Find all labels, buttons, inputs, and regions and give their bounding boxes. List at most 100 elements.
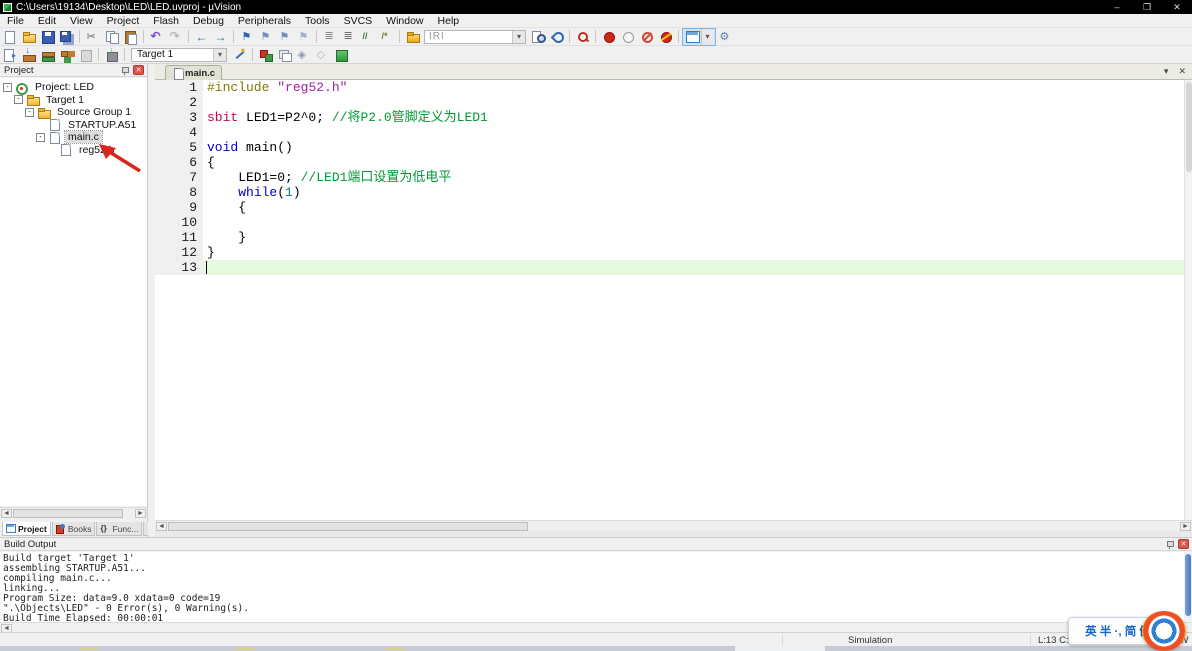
panel-tab-books[interactable]: Books [51, 522, 96, 536]
copy-button[interactable] [102, 29, 121, 45]
menu-debug[interactable]: Debug [186, 15, 231, 27]
vertical-splitter[interactable] [148, 64, 155, 537]
tree-expander-icon[interactable]: - [25, 107, 34, 117]
menu-tools[interactable]: Tools [298, 15, 337, 27]
build-output-vertical-scrollbar[interactable] [1184, 552, 1192, 622]
tree-item-target-1[interactable]: - Target 1 [0, 94, 147, 107]
panel-tab-func-[interactable]: Func... [96, 522, 143, 536]
editor-vertical-scrollbar[interactable] [1184, 80, 1192, 520]
open-file-button[interactable] [19, 29, 38, 45]
select-software-packs-button[interactable] [294, 47, 313, 63]
indent-button[interactable] [339, 29, 358, 45]
code-line-5[interactable]: 5 void main() [155, 140, 1184, 155]
code-line-2[interactable]: 2 [155, 95, 1184, 110]
menu-edit[interactable]: Edit [31, 15, 63, 27]
manage-run-time-environment-button[interactable] [313, 47, 332, 63]
tree-expander-icon[interactable]: - [36, 132, 45, 142]
tree-expander-icon[interactable]: - [14, 95, 23, 105]
restore-button[interactable]: ❐ [1132, 2, 1162, 13]
pin-icon[interactable] [120, 66, 129, 75]
tab-main-c[interactable]: main.c [165, 65, 223, 80]
navigate-back-button[interactable] [192, 29, 211, 45]
scrollbar-thumb[interactable] [13, 509, 123, 518]
new-file-button[interactable] [0, 29, 19, 45]
disable-all-breakpoints-button[interactable] [637, 29, 656, 45]
menu-file[interactable]: File [0, 15, 31, 27]
build-button[interactable] [19, 45, 38, 63]
scroll-right-arrow-icon[interactable]: ► [1180, 522, 1191, 531]
build-output-log[interactable]: Build target 'Target 1' assembling STARTU… [0, 552, 1184, 622]
code-line-10[interactable]: 10 [155, 215, 1184, 230]
enable-breakpoint-button[interactable] [618, 29, 637, 45]
find-in-files-button[interactable] [528, 29, 547, 45]
code-line-8[interactable]: 8 while(1) [155, 185, 1184, 200]
find-combobox[interactable]: IRI ▾ [424, 29, 526, 44]
target-dropdown-arrow-icon[interactable]: ▾ [213, 48, 226, 61]
find-in-files-folder-button[interactable] [403, 29, 422, 45]
scrollbar-thumb[interactable] [1185, 554, 1191, 616]
scrollbar-thumb[interactable] [1186, 82, 1192, 172]
scrollbar-thumb[interactable] [168, 522, 528, 531]
pack-installer-button[interactable] [332, 47, 351, 63]
tree-item-reg52-h[interactable]: reg52.h [0, 144, 147, 157]
panel-tab-project[interactable]: Project [2, 522, 51, 536]
download-to-flash-button[interactable] [102, 45, 121, 63]
tree-item-source-group-1[interactable]: - Source Group 1 [0, 106, 147, 119]
bookmark-toggle-button[interactable] [237, 29, 256, 45]
kill-all-breakpoints-button[interactable] [656, 29, 675, 45]
rebuild-button[interactable] [38, 47, 57, 63]
menu-window[interactable]: Window [379, 15, 430, 27]
comment-selection-button[interactable] [358, 29, 377, 45]
code-line-13[interactable]: 13 [155, 260, 1184, 275]
scroll-left-arrow-icon[interactable]: ◄ [156, 522, 167, 531]
save-button[interactable] [38, 29, 57, 45]
incremental-find-button[interactable] [547, 29, 566, 45]
navigate-forward-button[interactable] [211, 29, 230, 45]
options-for-target-button[interactable] [230, 46, 249, 63]
code-line-4[interactable]: 4 [155, 125, 1184, 140]
code-line-11[interactable]: 11 } [155, 230, 1184, 245]
stop-build-button[interactable] [76, 47, 95, 63]
cut-button[interactable] [83, 29, 102, 45]
bookmark-clear-all-button[interactable] [294, 29, 313, 45]
project-horizontal-scrollbar[interactable]: ◄ ► [0, 507, 147, 518]
code-line-1[interactable]: 1 #include "reg52.h" [155, 80, 1184, 95]
menu-flash[interactable]: Flash [146, 15, 186, 27]
code-editor[interactable]: 1 #include "reg52.h" 2 3 sbit LED1=P2^0; //将… [155, 80, 1184, 520]
tree-item-main-c[interactable]: - main.c [0, 130, 147, 145]
configure-button[interactable] [716, 29, 735, 45]
menu-view[interactable]: View [63, 15, 100, 27]
translate-file-button[interactable] [0, 47, 19, 63]
unindent-button[interactable] [320, 29, 339, 45]
code-line-12[interactable]: 12} [155, 245, 1184, 260]
menu-help[interactable]: Help [431, 15, 467, 27]
project-panel-close-icon[interactable]: ✕ [133, 65, 144, 75]
menu-peripherals[interactable]: Peripherals [231, 15, 298, 27]
paste-button[interactable] [121, 29, 140, 45]
undo-button[interactable] [147, 29, 166, 45]
close-button[interactable]: ✕ [1162, 2, 1192, 13]
code-line-3[interactable]: 3 sbit LED1=P2^0; //将P2.0管脚定义为LED1 [155, 110, 1184, 125]
tab-list-dropdown-icon[interactable]: ▾ [1164, 66, 1169, 77]
menu-project[interactable]: Project [100, 15, 147, 27]
code-line-7[interactable]: 7 LED1=0; //LED1端口设置为低电平 [155, 170, 1184, 185]
find-dropdown-arrow-icon[interactable]: ▾ [512, 30, 525, 43]
code-line-9[interactable]: 9 { [155, 200, 1184, 215]
editor-horizontal-scrollbar[interactable]: ◄ ► [155, 520, 1192, 531]
minimize-button[interactable]: – [1102, 2, 1132, 12]
pin-icon[interactable] [1165, 540, 1174, 549]
ime-logo-icon[interactable] [1142, 611, 1186, 651]
menu-svcs[interactable]: SVCS [337, 15, 380, 27]
redo-button[interactable] [166, 29, 185, 45]
batch-build-button[interactable] [57, 47, 76, 63]
tree-item-project-led[interactable]: - Project: LED [0, 81, 147, 95]
tree-item-startup-a51[interactable]: STARTUP.A51 [0, 119, 147, 132]
bookmark-next-button[interactable] [256, 29, 275, 45]
run-to-cursor-button[interactable] [573, 29, 592, 45]
close-document-icon[interactable]: ✕ [1178, 66, 1186, 77]
file-extensions-button[interactable] [275, 47, 294, 63]
insert-breakpoint-button[interactable] [599, 29, 618, 45]
bookmark-previous-button[interactable] [275, 29, 294, 45]
code-line-6[interactable]: 6{ [155, 155, 1184, 170]
uncomment-selection-button[interactable] [377, 29, 396, 45]
